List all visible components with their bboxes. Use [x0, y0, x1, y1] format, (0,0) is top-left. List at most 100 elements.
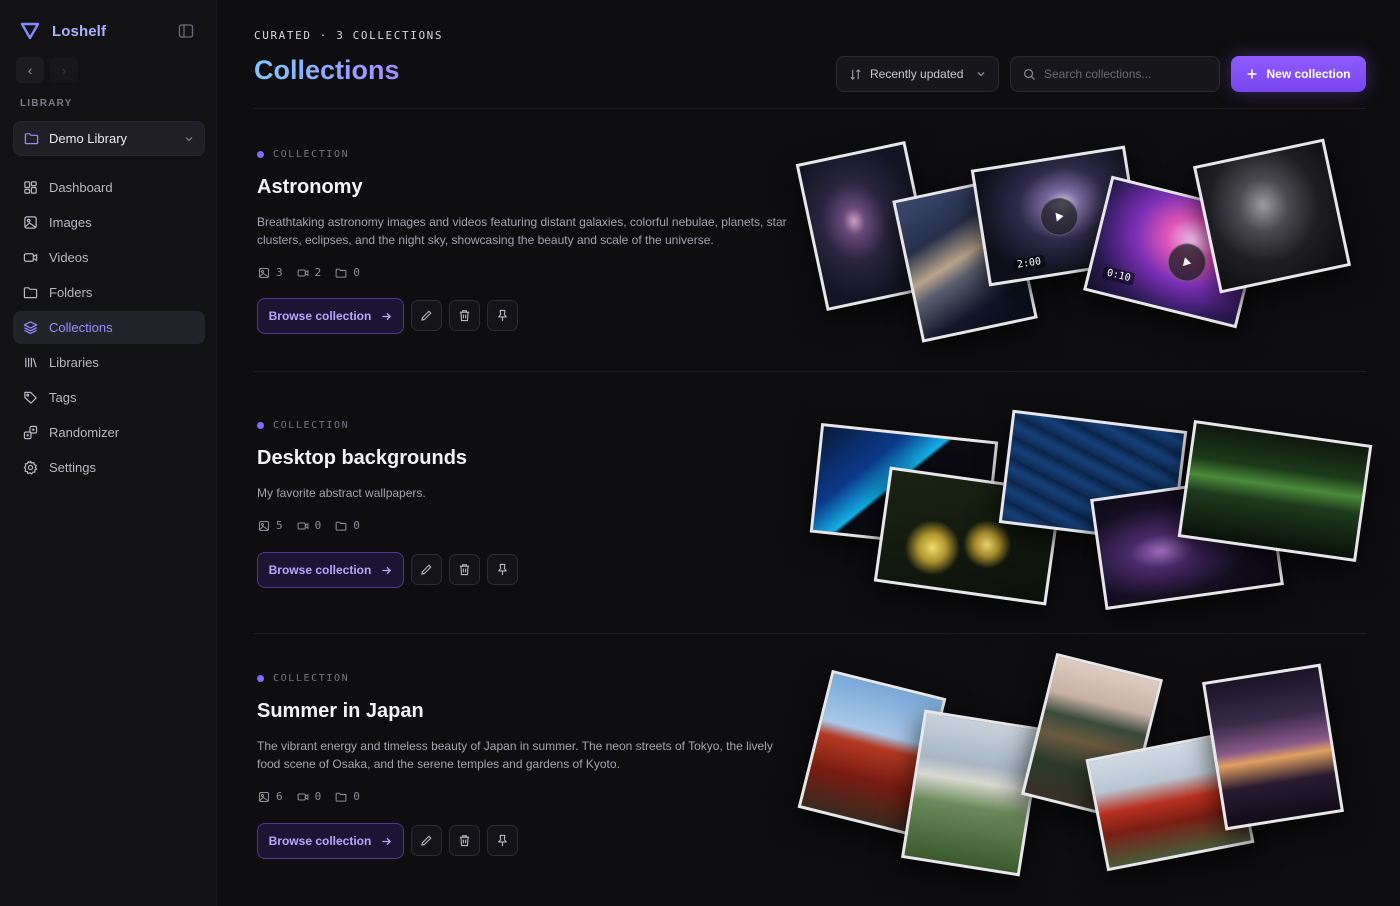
video-count: 2 — [297, 266, 321, 279]
collection-preview[interactable] — [799, 394, 1379, 624]
section-label: LIBRARY — [20, 98, 73, 109]
sidebar-item-label: Dashboard — [49, 180, 113, 195]
arrow-right-icon — [382, 312, 392, 320]
video-icon — [297, 268, 309, 277]
browse-collection-button[interactable]: Browse collection — [257, 823, 404, 859]
sidebar-item-label: Libraries — [49, 355, 99, 370]
image-count: 3 — [258, 266, 283, 279]
sidebar-item-settings[interactable]: Settings — [13, 451, 205, 484]
sidebar-item-videos[interactable]: Videos — [13, 241, 205, 274]
search-input[interactable] — [1044, 67, 1204, 81]
shuffle-icon — [23, 425, 38, 440]
collection-title[interactable]: Desktop backgrounds — [257, 447, 467, 470]
sort-button[interactable]: Recently updated — [836, 56, 999, 92]
sidebar-item-label: Images — [49, 215, 92, 230]
collection-tag: COLLECTION — [257, 149, 349, 160]
brand[interactable]: Loshelf — [20, 21, 106, 41]
collection-description: The vibrant energy and timeless beauty o… — [257, 739, 773, 771]
image-icon — [24, 216, 37, 229]
folder-icon — [335, 268, 347, 278]
trash-icon — [459, 564, 470, 576]
sidebar-item-label: Folders — [49, 285, 93, 300]
edit-button[interactable] — [411, 825, 442, 856]
delete-button[interactable] — [449, 825, 480, 856]
dashboard-icon — [24, 181, 37, 194]
chevron-down-icon — [977, 72, 985, 77]
search-icon — [1024, 68, 1036, 80]
forward-button[interactable]: › — [50, 57, 78, 83]
pin-button[interactable] — [487, 300, 518, 331]
sidebar-toggle-icon[interactable] — [178, 23, 194, 39]
image-icon — [258, 267, 270, 278]
video-icon — [297, 792, 309, 801]
browse-label: Browse collection — [268, 563, 372, 577]
video-count: 0 — [297, 519, 321, 532]
library-select-label: Demo Library — [49, 131, 128, 146]
sidebar-item-randomizer[interactable]: Randomizer — [13, 416, 205, 449]
collection-actions: Browse collection — [257, 298, 518, 334]
collection-title[interactable]: Summer in Japan — [257, 700, 424, 723]
back-button[interactable]: ‹ — [16, 57, 44, 83]
image-icon — [258, 791, 270, 802]
sidebar-item-folders[interactable]: Folders — [13, 276, 205, 309]
play-icon[interactable] — [1037, 194, 1081, 239]
chevron-right-icon: › — [61, 62, 67, 78]
pin-button[interactable] — [487, 554, 518, 585]
tag-dot — [257, 151, 264, 158]
collection-title[interactable]: Astronomy — [257, 176, 363, 199]
folder-icon — [335, 792, 347, 802]
edit-button[interactable] — [411, 300, 442, 331]
sidebar-item-libraries[interactable]: Libraries — [13, 346, 205, 379]
preview-image — [1192, 138, 1352, 294]
gear-icon — [23, 460, 38, 475]
collection-card: COLLECTION Desktop backgrounds My favori… — [254, 372, 1373, 634]
sidebar: Loshelf ‹ › LIBRARY Demo Library Dashboa… — [0, 0, 217, 906]
folder-count: 0 — [335, 266, 360, 279]
collection-card: COLLECTION Astronomy Breathtaking astron… — [254, 109, 1366, 372]
collection-stats: 6 0 0 — [258, 790, 360, 803]
edit-button[interactable] — [411, 554, 442, 585]
collection-description: Breathtaking astronomy images and videos… — [257, 215, 787, 247]
collection-preview[interactable] — [797, 652, 1379, 886]
sidebar-item-images[interactable]: Images — [13, 206, 205, 239]
video-count: 0 — [297, 790, 321, 803]
trash-icon — [459, 835, 470, 847]
chevron-left-icon: ‹ — [27, 62, 33, 78]
sidebar-item-tags[interactable]: Tags — [13, 381, 205, 414]
sidebar-item-collections[interactable]: Collections — [13, 311, 205, 344]
sidebar-item-label: Randomizer — [49, 425, 120, 440]
chevron-down-icon — [185, 136, 193, 141]
collection-tag-label: COLLECTION — [273, 420, 350, 431]
folder-icon — [24, 133, 39, 145]
delete-button[interactable] — [449, 300, 480, 331]
preview-image — [1177, 420, 1373, 562]
video-icon — [297, 521, 309, 530]
sidebar-item-label: Collections — [49, 320, 113, 335]
arrow-right-icon — [382, 566, 392, 574]
search-box — [1010, 56, 1220, 92]
image-icon — [258, 520, 270, 531]
pin-icon — [498, 834, 507, 847]
play-icon[interactable] — [1163, 239, 1210, 286]
collection-tag-label: COLLECTION — [273, 673, 350, 684]
collection-tag: COLLECTION — [257, 673, 349, 684]
collection-actions: Browse collection — [257, 823, 518, 859]
collection-preview[interactable]: 2:00 0:10 — [795, 131, 1379, 361]
browse-label: Browse collection — [268, 309, 372, 323]
preview-image — [1202, 663, 1344, 831]
new-collection-button[interactable]: New collection — [1231, 56, 1366, 92]
library-select[interactable]: Demo Library — [13, 121, 205, 156]
sidebar-item-dashboard[interactable]: Dashboard — [13, 171, 205, 204]
browse-collection-button[interactable]: Browse collection — [257, 552, 404, 588]
library-icon — [25, 357, 37, 368]
collection-card: COLLECTION Summer in Japan The vibrant e… — [254, 634, 1366, 906]
delete-button[interactable] — [449, 554, 480, 585]
trash-icon — [459, 310, 470, 322]
collection-stats: 5 0 0 — [258, 519, 360, 532]
sidebar-item-label: Videos — [49, 250, 89, 265]
tag-icon — [24, 391, 37, 404]
pin-button[interactable] — [487, 825, 518, 856]
pin-icon — [498, 563, 507, 576]
browse-collection-button[interactable]: Browse collection — [257, 298, 404, 334]
tag-dot — [257, 675, 264, 682]
